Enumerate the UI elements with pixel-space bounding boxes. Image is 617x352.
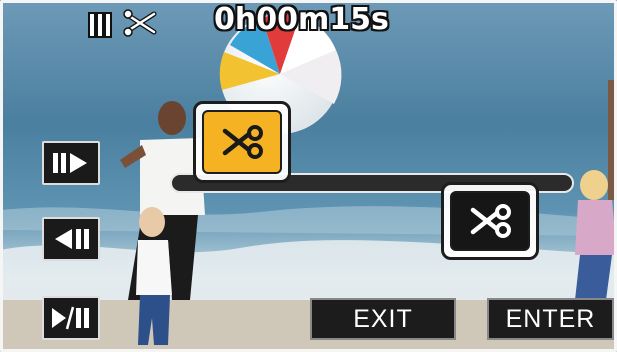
- camera-playback-screen: 0h00m15s EXIT ENTER: [0, 0, 617, 352]
- play-pause-button[interactable]: [42, 296, 100, 340]
- step-forward-icon: [53, 153, 87, 173]
- play-pause-icon: [52, 306, 89, 330]
- start-cut-marker[interactable]: [193, 101, 291, 183]
- frame-back-button[interactable]: [42, 217, 100, 261]
- scissors-icon: [470, 204, 511, 238]
- scissors-cut-mark-icon: [123, 9, 157, 37]
- end-marker-face: [450, 191, 530, 251]
- scissors-icon: [222, 125, 263, 159]
- start-marker-face: [202, 110, 282, 174]
- step-back-icon: [55, 229, 89, 249]
- exit-button[interactable]: EXIT: [310, 298, 456, 340]
- pause-bars-icon: [88, 12, 112, 38]
- frame-forward-button[interactable]: [42, 141, 100, 185]
- end-cut-marker[interactable]: [441, 182, 539, 260]
- timecode-display: 0h00m15s: [214, 2, 389, 37]
- enter-button[interactable]: ENTER: [487, 298, 614, 340]
